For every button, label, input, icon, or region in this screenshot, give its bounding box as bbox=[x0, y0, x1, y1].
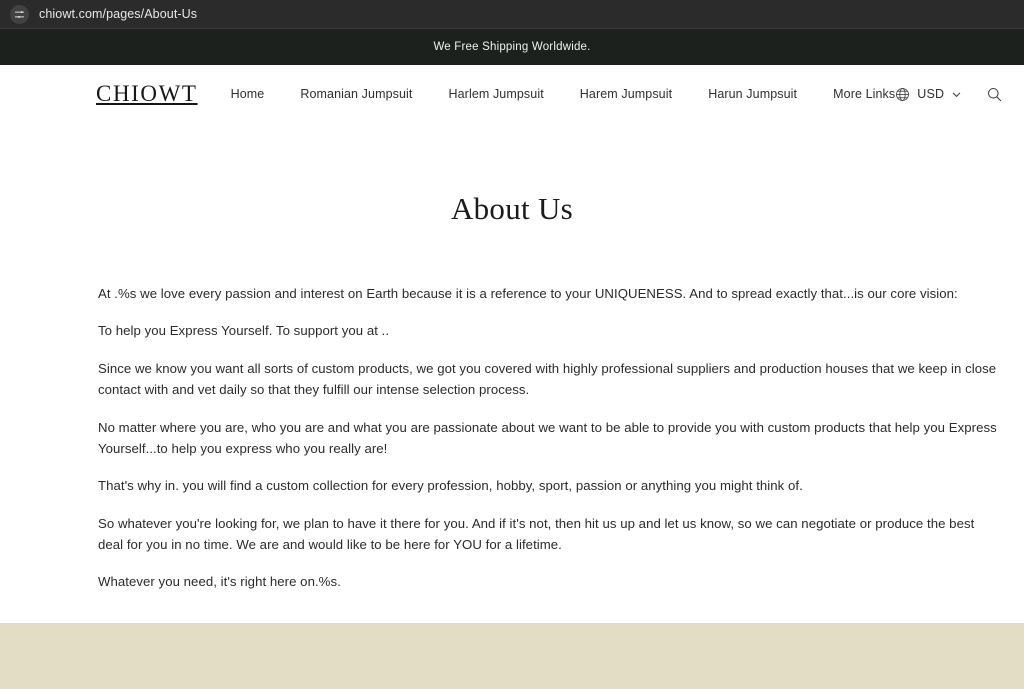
currency-selector[interactable]: USD bbox=[895, 87, 962, 102]
paragraph-4: No matter where you are, who you are and… bbox=[98, 419, 997, 456]
main-navigation: Home Romanian Jumpsuit Harlem Jumpsuit H… bbox=[231, 87, 896, 101]
page-main: About Us At .%s we love every passion an… bbox=[0, 123, 1024, 593]
content-wrapper: At .%s we love every passion and interes… bbox=[0, 283, 1024, 593]
nav-item-harlem-jumpsuit[interactable]: Harlem Jumpsuit bbox=[449, 87, 544, 101]
paragraph-6: So whatever you're looking for, we plan … bbox=[98, 515, 975, 552]
currency-value: USD bbox=[917, 87, 945, 101]
site-header: CHIOWT Home Romanian Jumpsuit Harlem Jum… bbox=[0, 65, 1024, 123]
nav-item-harun-jumpsuit[interactable]: Harun Jumpsuit bbox=[708, 87, 797, 101]
paragraph-3: Since we know you want all sorts of cust… bbox=[98, 360, 997, 398]
nav-item-home[interactable]: Home bbox=[231, 87, 265, 101]
paragraph-7: Whatever you need, it's right here on.%s… bbox=[98, 574, 341, 590]
browser-url-bar[interactable]: chiowt.com/pages/About-Us bbox=[0, 0, 1024, 29]
site-logo[interactable]: CHIOWT bbox=[96, 81, 198, 107]
header-actions: USD bbox=[895, 82, 1024, 106]
announcement-bar: We Free Shipping Worldwide. bbox=[0, 29, 1024, 65]
globe-icon bbox=[895, 87, 910, 102]
search-icon[interactable] bbox=[982, 82, 1006, 106]
paragraph-2: To help you Express Yourself. To support… bbox=[98, 323, 390, 339]
announcement-text: We Free Shipping Worldwide. bbox=[433, 41, 591, 53]
paragraph-5: That's why in. you will find a custom co… bbox=[98, 478, 803, 494]
chevron-down-icon bbox=[951, 89, 962, 100]
about-us-content: At .%s we love every passion and interes… bbox=[98, 283, 998, 593]
nav-item-more-links[interactable]: More Links bbox=[833, 87, 895, 101]
paragraph-1: At .%s we love every passion and interes… bbox=[98, 286, 958, 301]
nav-item-harem-jumpsuit[interactable]: Harem Jumpsuit bbox=[580, 87, 672, 101]
sliders-icon[interactable] bbox=[10, 4, 29, 24]
url-text: chiowt.com/pages/About-Us bbox=[39, 7, 198, 21]
nav-item-romanian-jumpsuit[interactable]: Romanian Jumpsuit bbox=[300, 87, 412, 101]
footer-band bbox=[0, 623, 1024, 689]
page-title: About Us bbox=[450, 191, 574, 226]
